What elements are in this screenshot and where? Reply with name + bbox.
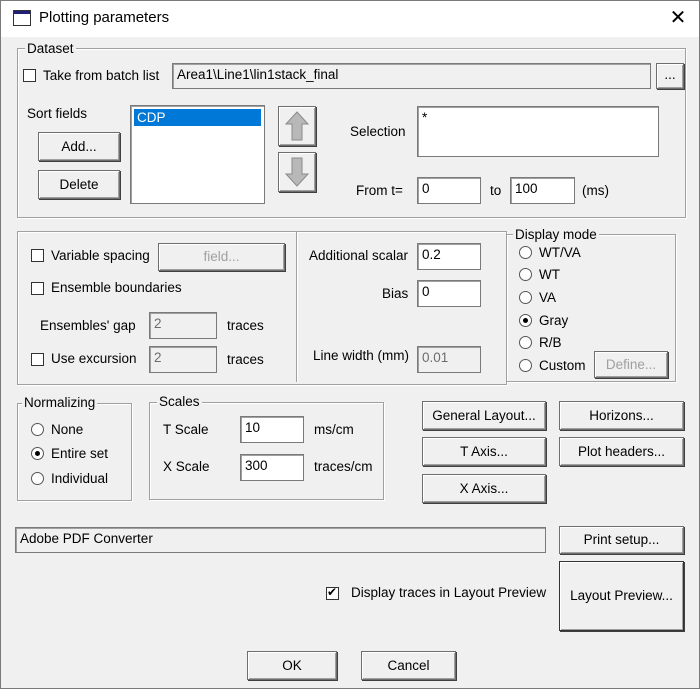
x-scale-label: X Scale (163, 459, 210, 474)
normalizing-entire-set-label: Entire set (51, 446, 109, 461)
t-scale-label: T Scale (163, 422, 209, 437)
add-sort-field-button[interactable]: Add... (38, 132, 120, 161)
display-mode-wt-radio[interactable] (519, 268, 532, 281)
display-mode-gray-label: Gray (539, 313, 569, 328)
selection-label: Selection (350, 124, 406, 139)
window-title: Plotting parameters (39, 9, 170, 26)
display-mode-custom-radio[interactable] (519, 359, 532, 372)
display-mode-wt-label: WT (539, 267, 560, 282)
additional-scalar-field[interactable]: 0.2 (417, 243, 481, 270)
sort-field-item[interactable]: CDP (134, 109, 261, 126)
dataset-legend: Dataset (25, 41, 76, 56)
use-excursion-label: Use excursion (51, 351, 137, 366)
line-width-label: Line width (mm) (313, 348, 410, 363)
ensembles-gap-unit: traces (227, 318, 264, 333)
variable-spacing-label: Variable spacing (51, 248, 150, 263)
printer-name-field: Adobe PDF Converter (15, 527, 546, 553)
ensembles-gap-label: Ensembles' gap (40, 318, 136, 333)
arrow-down-icon (284, 157, 310, 187)
bias-field[interactable]: 0 (417, 280, 481, 307)
arrow-up-icon (284, 111, 310, 141)
normalizing-entire-set-radio[interactable] (31, 447, 44, 460)
ok-button[interactable]: OK (247, 651, 337, 680)
display-mode-va-radio[interactable] (519, 291, 532, 304)
window-icon (13, 10, 31, 26)
x-scale-unit: traces/cm (314, 459, 373, 474)
close-button[interactable]: ✕ (663, 5, 693, 31)
additional-scalar-label: Additional scalar (309, 248, 409, 263)
sort-fields-list[interactable]: CDP (130, 105, 265, 204)
normalizing-none-label: None (51, 422, 84, 437)
display-mode-legend: Display mode (513, 227, 599, 242)
general-layout-button[interactable]: General Layout... (422, 401, 546, 430)
layout-preview-button[interactable]: Layout Preview... (559, 561, 684, 631)
delete-sort-field-button[interactable]: Delete (38, 170, 120, 199)
use-excursion-checkbox[interactable] (31, 353, 44, 366)
excursion-field[interactable]: 2 (149, 346, 217, 373)
scales-legend: Scales (157, 394, 202, 409)
browse-button[interactable]: ... (656, 63, 684, 89)
print-setup-button[interactable]: Print setup... (559, 526, 684, 554)
display-mode-va-label: VA (539, 290, 557, 305)
from-field[interactable]: 0 (417, 177, 481, 204)
title-bar: Plotting parameters ✕ (1, 1, 699, 37)
normalizing-legend: Normalizing (22, 395, 98, 410)
group-divider (296, 232, 298, 382)
ensembles-gap-field[interactable]: 2 (149, 312, 217, 339)
display-mode-wtva-radio[interactable] (519, 246, 532, 259)
cancel-button[interactable]: Cancel (361, 651, 456, 680)
to-label: to (490, 183, 502, 198)
normalizing-individual-radio[interactable] (31, 472, 44, 485)
define-button[interactable]: Define... (594, 351, 668, 378)
horizons-button[interactable]: Horizons... (559, 401, 684, 430)
from-label: From t= (356, 183, 403, 198)
ensemble-boundaries-checkbox[interactable] (31, 282, 44, 295)
plot-headers-button[interactable]: Plot headers... (559, 437, 684, 466)
x-scale-field[interactable]: 300 (240, 454, 304, 481)
to-field[interactable]: 100 (510, 177, 575, 204)
move-up-button[interactable] (278, 106, 316, 146)
display-mode-rb-radio[interactable] (519, 336, 532, 349)
excursion-unit: traces (227, 352, 264, 367)
field-button[interactable]: field... (158, 243, 285, 271)
move-down-button[interactable] (278, 152, 316, 192)
variable-spacing-checkbox[interactable] (31, 249, 44, 262)
t-scale-field[interactable]: 10 (240, 416, 304, 443)
ms-unit-label: (ms) (582, 183, 609, 198)
dialog-window: Plotting parameters ✕ Dataset Take from … (0, 0, 700, 689)
bias-label: Bias (382, 286, 409, 301)
dataset-path-field[interactable]: Area1\Line1\lin1stack_final (172, 63, 651, 89)
sort-fields-label: Sort fields (27, 106, 88, 121)
display-traces-checkbox[interactable] (326, 585, 339, 600)
x-axis-button[interactable]: X Axis... (422, 474, 546, 503)
t-axis-button[interactable]: T Axis... (422, 437, 546, 466)
display-traces-label: Display traces in Layout Preview (351, 585, 547, 600)
display-mode-custom-label: Custom (539, 358, 586, 373)
take-from-batch-checkbox[interactable] (23, 69, 36, 82)
take-from-batch-label: Take from batch list (43, 68, 160, 83)
ensemble-boundaries-label: Ensemble boundaries (51, 280, 182, 295)
display-mode-gray-radio[interactable] (519, 314, 532, 327)
display-mode-wtva-label: WT/VA (539, 245, 581, 260)
normalizing-none-radio[interactable] (31, 423, 44, 436)
selection-field[interactable]: * (417, 106, 659, 157)
normalizing-individual-label: Individual (51, 471, 109, 486)
display-mode-rb-label: R/B (539, 335, 562, 350)
line-width-field[interactable]: 0.01 (417, 346, 481, 373)
t-scale-unit: ms/cm (314, 422, 354, 437)
